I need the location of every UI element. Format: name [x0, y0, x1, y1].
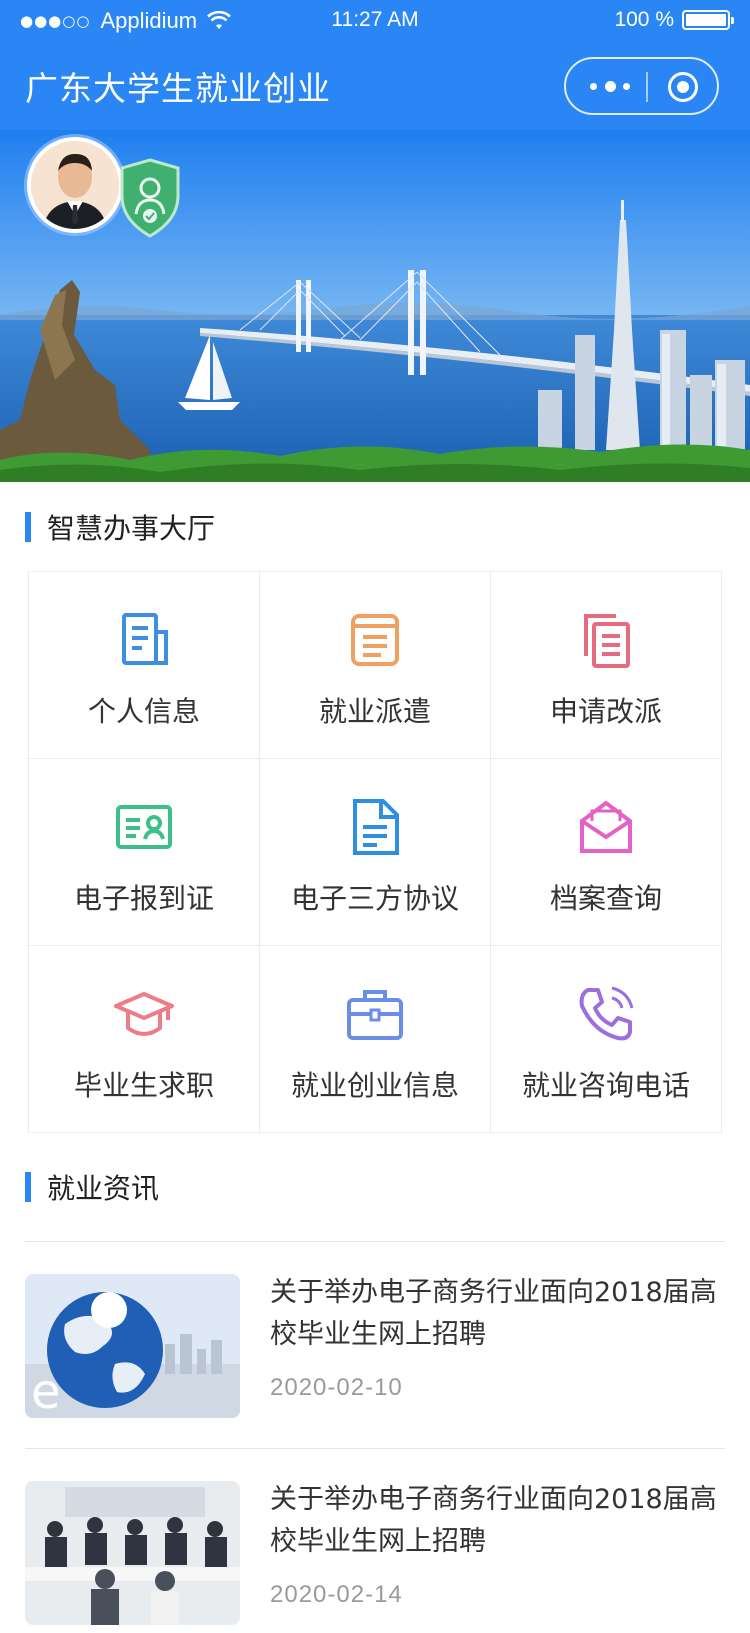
services-section-title: 智慧办事大厅 [47, 512, 216, 545]
battery-percentage: 100 % [614, 8, 674, 31]
section-accent-bar [25, 1172, 31, 1202]
news-thumbnail: e [25, 1274, 240, 1418]
news-title: 关于举办电子商务行业面向2018届高校毕业生网上招聘 [270, 1484, 717, 1557]
service-e-registration-card[interactable]: 电子报到证 [29, 759, 260, 946]
phone-icon [579, 986, 634, 1041]
page-title: 广东大学生就业创业 [25, 69, 331, 108]
service-label: 档案查询 [549, 882, 662, 915]
envelope-icon [580, 800, 632, 853]
more-dot-icon [623, 82, 630, 90]
news-date: 2020-02-10 [270, 1374, 403, 1401]
service-personal-info[interactable]: 个人信息 [29, 572, 260, 759]
meeting-thumbnail-icon [25, 1481, 240, 1625]
service-label: 就业创业信息 [290, 1069, 459, 1102]
service-graduate-job-search[interactable]: 毕业生求职 [29, 946, 260, 1132]
news-thumbnail [25, 1481, 240, 1625]
service-label: 个人信息 [87, 695, 200, 728]
services-section-header: 智慧办事大厅 [25, 507, 215, 547]
document-icon [122, 613, 168, 665]
service-employment-dispatch[interactable]: 就业派遣 [260, 572, 491, 759]
service-apply-reassignment[interactable]: 申请改派 [491, 572, 721, 759]
notepad-icon [351, 614, 399, 666]
section-accent-bar [25, 512, 31, 542]
battery-icon [682, 10, 734, 30]
capsule-divider [646, 72, 648, 102]
news-item[interactable]: e 关于举办电子商务行业面向2018届高校毕业生网上招聘 2020-02-10 [25, 1241, 725, 1448]
copy-documents-icon [584, 614, 630, 668]
service-consultation-hotline[interactable]: 就业咨询电话 [491, 946, 721, 1132]
more-dot-icon [604, 80, 616, 92]
graduation-cap-icon [114, 992, 174, 1036]
globe-thumbnail-icon: e [25, 1274, 240, 1418]
services-grid: 个人信息 就业派遣 申请改派 电子报到证 电子三方协议 档案查询 毕业生求职 就… [28, 571, 722, 1133]
service-label: 电子三方协议 [290, 882, 459, 915]
briefcase-icon [347, 990, 403, 1040]
svg-text:e: e [31, 1364, 61, 1418]
close-program-button[interactable] [668, 72, 698, 102]
service-label: 就业咨询电话 [521, 1069, 690, 1102]
contract-icon [353, 799, 399, 855]
news-section-title: 就业资讯 [47, 1172, 160, 1205]
mini-program-capsule [564, 57, 719, 115]
navigation-header: ●●●○○ Applidium 11:27 AM 100 % 广东大学生就业创业 [0, 0, 750, 130]
id-card-icon [116, 805, 172, 849]
news-item[interactable]: 关于举办电子商务行业面向2018届高校毕业生网上招聘 2020-02-14 [25, 1448, 725, 1633]
news-list: e 关于举办电子商务行业面向2018届高校毕业生网上招聘 2020-02-10 [25, 1241, 725, 1633]
news-date: 2020-02-14 [270, 1581, 403, 1608]
service-label: 就业派遣 [318, 695, 431, 728]
service-employment-info[interactable]: 就业创业信息 [260, 946, 491, 1132]
service-label: 申请改派 [549, 695, 662, 728]
more-options-button[interactable] [590, 73, 630, 99]
verified-shield-icon [120, 158, 180, 238]
news-section-header: 就业资讯 [25, 1167, 159, 1207]
service-label: 毕业生求职 [73, 1069, 214, 1102]
avatar[interactable] [27, 137, 123, 233]
service-label: 电子报到证 [73, 882, 214, 915]
more-dot-icon [590, 82, 597, 90]
service-tripartite-agreement[interactable]: 电子三方协议 [260, 759, 491, 946]
user-portrait-icon [31, 141, 119, 229]
news-title: 关于举办电子商务行业面向2018届高校毕业生网上招聘 [270, 1277, 717, 1350]
service-archive-query[interactable]: 档案查询 [491, 759, 721, 946]
status-bar: ●●●○○ Applidium 11:27 AM 100 % [0, 0, 750, 40]
